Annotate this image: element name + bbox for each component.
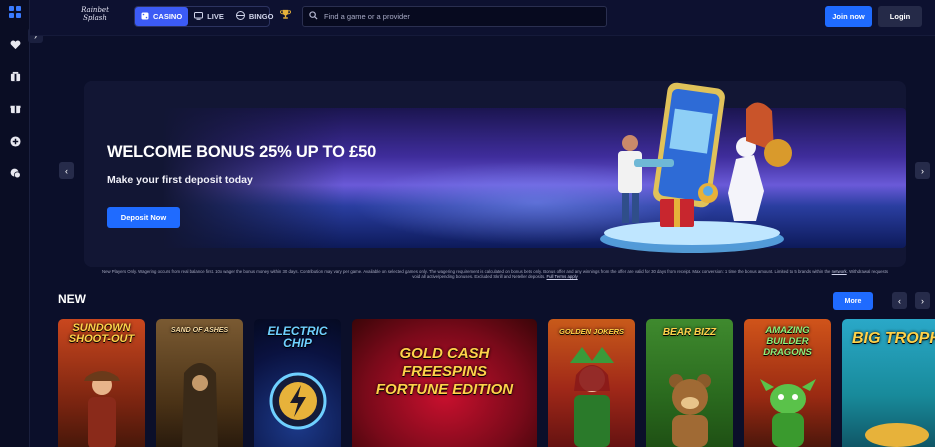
game-tile[interactable]: BEAR BIZZ bbox=[646, 319, 733, 447]
game-title: BEAR BIZZ bbox=[662, 327, 717, 338]
game-title: ELECTRIC CHIP bbox=[267, 324, 328, 350]
search-input[interactable] bbox=[324, 12, 584, 21]
game-tile[interactable]: GOLD CASH FREESPINS FORTUNE EDITION bbox=[352, 319, 537, 447]
deposit-now-button[interactable]: Deposit Now bbox=[107, 207, 180, 228]
join-now-button[interactable]: Join now bbox=[825, 6, 872, 27]
bingo-icon bbox=[235, 11, 245, 22]
network-link[interactable]: network bbox=[832, 269, 847, 274]
tab-bingo-label: BINGO bbox=[248, 12, 274, 21]
tab-live[interactable]: LIVE bbox=[188, 7, 230, 26]
hero-banner[interactable]: WELCOME BONUS 25% UP TO £50 Make your fi… bbox=[84, 81, 906, 267]
tab-bingo[interactable]: BINGO bbox=[230, 7, 280, 26]
game-title: GOLDEN JOKERS bbox=[558, 327, 624, 336]
gift-icon[interactable] bbox=[6, 99, 24, 117]
games-next-button[interactable]: › bbox=[915, 292, 930, 309]
top-header: Rainbet Splash CASINO LIVE BINGO Find a … bbox=[30, 0, 935, 36]
game-tile[interactable]: AMAZING BUILDER DRAGONS bbox=[744, 319, 831, 447]
hero-title: WELCOME BONUS 25% UP TO £50 bbox=[107, 143, 377, 161]
tab-casino[interactable]: CASINO bbox=[135, 7, 189, 26]
section-title-new: NEW bbox=[58, 292, 86, 306]
chat-icon[interactable] bbox=[6, 164, 24, 182]
game-tile[interactable]: BIG TROPH bbox=[842, 319, 935, 447]
hero-illustration bbox=[596, 81, 796, 267]
login-button[interactable]: Login bbox=[878, 6, 922, 27]
hero-prev-button[interactable]: ‹ bbox=[59, 162, 74, 179]
game-title: SUNDOWN SHOOT-OUT bbox=[68, 322, 135, 345]
live-icon bbox=[194, 11, 204, 22]
full-terms-link[interactable]: Full Terms apply bbox=[547, 274, 578, 279]
chevron-left-icon: ‹ bbox=[65, 165, 68, 176]
logo[interactable]: Rainbet Splash bbox=[75, 6, 115, 30]
product-tabs: CASINO LIVE BINGO bbox=[134, 6, 273, 27]
terms-text: New Players Only. Wagering occurs from r… bbox=[101, 269, 831, 274]
more-button[interactable]: More bbox=[833, 292, 873, 310]
heart-icon[interactable] bbox=[6, 36, 24, 54]
grid-icon[interactable] bbox=[6, 3, 24, 21]
logo-text: Rainbet Splash bbox=[81, 6, 109, 22]
game-title: SAND OF ASHES bbox=[170, 327, 229, 334]
game-tile[interactable]: GOLDEN JOKERS bbox=[548, 319, 635, 447]
chevron-left-icon: ‹ bbox=[898, 295, 901, 306]
tab-live-label: LIVE bbox=[207, 12, 224, 21]
game-tile[interactable]: ELECTRIC CHIP bbox=[254, 319, 341, 447]
add-circle-icon[interactable] bbox=[6, 132, 24, 150]
chevron-right-icon: › bbox=[921, 165, 924, 176]
chevron-right-icon: › bbox=[921, 295, 924, 306]
sidebar bbox=[0, 0, 30, 447]
gift-box-icon[interactable] bbox=[6, 67, 24, 85]
trophy-icon[interactable] bbox=[280, 9, 291, 23]
search-icon bbox=[309, 11, 318, 22]
game-title: AMAZING BUILDER DRAGONS bbox=[763, 325, 812, 358]
games-prev-button[interactable]: ‹ bbox=[892, 292, 907, 309]
search-bar[interactable] bbox=[302, 6, 607, 27]
casino-icon bbox=[141, 12, 149, 22]
game-title: BIG TROPH bbox=[852, 330, 935, 347]
games-row: SUNDOWN SHOOT-OUT SAND OF ASHES ELECTRIC… bbox=[58, 319, 935, 447]
hero-subtitle: Make your first deposit today bbox=[107, 174, 253, 186]
game-tile[interactable]: SUNDOWN SHOOT-OUT bbox=[58, 319, 145, 447]
tab-casino-label: CASINO bbox=[153, 12, 183, 21]
bonus-terms: New Players Only. Wagering occurs from r… bbox=[100, 269, 890, 280]
game-title: GOLD CASH FREESPINS FORTUNE EDITION bbox=[375, 345, 514, 398]
hero-next-button[interactable]: › bbox=[915, 162, 930, 179]
game-tile[interactable]: SAND OF ASHES bbox=[156, 319, 243, 447]
